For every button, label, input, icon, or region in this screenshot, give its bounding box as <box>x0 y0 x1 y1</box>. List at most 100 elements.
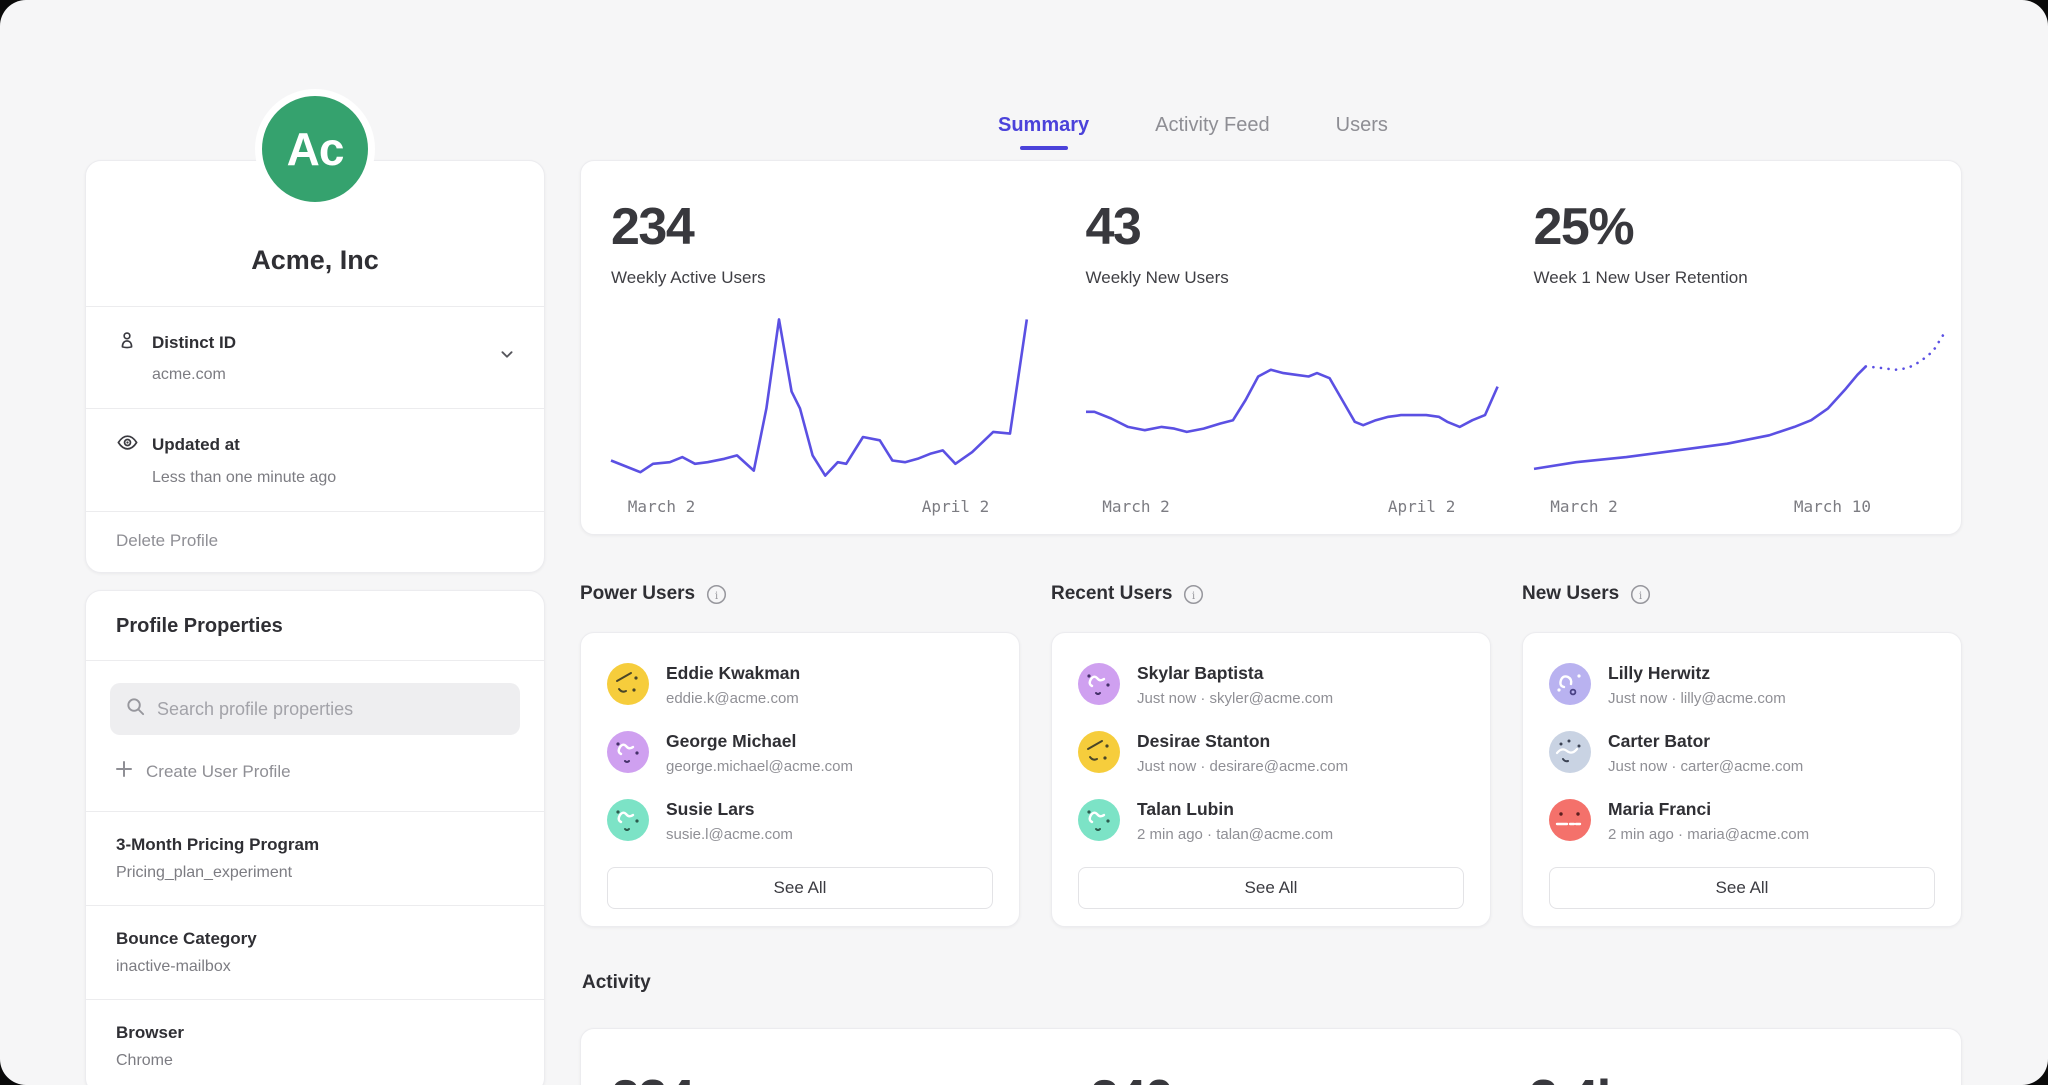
power-users-card: Eddie Kwakman eddie.k@acme.com George Mi… <box>580 632 1020 927</box>
person-icon <box>116 329 152 356</box>
stat-label: Week 1 New User Retention <box>1534 268 1962 288</box>
plus-icon <box>115 760 133 783</box>
search-profile-properties[interactable] <box>110 683 520 735</box>
x-axis: March 2 March 10 <box>1534 497 1954 519</box>
delete-profile-button[interactable]: Delete Profile <box>86 511 544 572</box>
tab-users[interactable]: Users <box>1336 114 1388 137</box>
user-row[interactable]: Eddie Kwakman eddie.k@acme.com <box>607 663 993 707</box>
profile-properties-card: Profile Properties Create User Profile 3… <box>85 590 545 1085</box>
property-label: Bounce Category <box>116 929 514 949</box>
svg-text:i: i <box>1192 589 1196 601</box>
x-axis-start-label: March 2 <box>628 497 695 516</box>
distinct-id-row: Distinct ID acme.com <box>86 306 544 408</box>
list-title: Power Users <box>580 583 695 605</box>
activity-value: 240 <box>1090 1069 1501 1085</box>
user-row[interactable]: Carter Bator Just now · carter@acme.com <box>1549 731 1935 775</box>
stat-label: Weekly New Users <box>1086 268 1506 288</box>
user-detail: 2 min ago · maria@acme.com <box>1608 826 1809 843</box>
property-item[interactable]: 3-Month Pricing Program Pricing_plan_exp… <box>86 811 544 905</box>
create-user-profile-button[interactable]: Create User Profile <box>110 735 520 807</box>
user-avatar <box>607 663 649 705</box>
user-text: George Michael george.michael@acme.com <box>666 731 853 775</box>
profile-properties-body: Create User Profile <box>86 660 544 811</box>
user-text: Skylar Baptista Just now · skyler@acme.c… <box>1137 663 1333 707</box>
user-text: Lilly Herwitz Just now · lilly@acme.com <box>1608 663 1786 707</box>
stat-value: 25% <box>1534 197 1962 257</box>
power-users-header: Power Users i <box>580 583 1020 605</box>
create-user-profile-label: Create User Profile <box>146 762 291 782</box>
user-avatar <box>1078 663 1120 705</box>
weekly-active-users-sparkline: March 2 April 2 <box>611 316 1031 519</box>
x-axis-end-label: March 10 <box>1794 497 1871 516</box>
user-text: Talan Lubin 2 min ago · talan@acme.com <box>1137 799 1333 843</box>
x-axis-start-label: March 2 <box>1550 497 1617 516</box>
user-detail: susie.l@acme.com <box>666 826 793 843</box>
info-icon[interactable]: i <box>706 584 727 605</box>
user-text: Susie Lars susie.l@acme.com <box>666 799 793 843</box>
new-users-column: New Users i Lilly Herwitz Just now · lil <box>1522 583 1962 927</box>
user-row[interactable]: Skylar Baptista Just now · skyler@acme.c… <box>1078 663 1464 707</box>
x-axis: March 2 April 2 <box>1086 497 1506 519</box>
property-value: Chrome <box>116 1052 514 1070</box>
x-axis-start-label: March 2 <box>1102 497 1169 516</box>
info-icon[interactable]: i <box>1630 584 1651 605</box>
activity-stat: 3.4k <box>1501 1029 1961 1085</box>
user-avatar <box>607 731 649 773</box>
tab-activity-feed[interactable]: Activity Feed <box>1155 114 1269 137</box>
user-row[interactable]: Desirae Stanton Just now · desirare@acme… <box>1078 731 1464 775</box>
x-axis: March 2 April 2 <box>611 497 1031 519</box>
summary-stats-card: 234 Weekly Active Users March 2 April 2 … <box>580 160 1962 535</box>
user-avatar <box>1078 799 1120 841</box>
user-name: Eddie Kwakman <box>666 663 800 684</box>
stat-value: 234 <box>611 197 1037 257</box>
user-detail: Just now · skyler@acme.com <box>1137 690 1333 707</box>
property-item[interactable]: Bounce Category inactive-mailbox <box>86 905 544 999</box>
info-icon[interactable]: i <box>1183 584 1204 605</box>
stat-week1-retention: 25% Week 1 New User Retention March 2 Ma… <box>1506 161 1962 534</box>
see-all-button[interactable]: See All <box>607 867 993 909</box>
user-detail: Just now · carter@acme.com <box>1608 758 1803 775</box>
user-lists-section: Power Users i Eddie Kwakman eddie.k@acme <box>580 583 1962 927</box>
new-users-card: Lilly Herwitz Just now · lilly@acme.com … <box>1522 632 1962 927</box>
property-item[interactable]: Browser Chrome <box>86 999 544 1085</box>
user-avatar <box>1078 731 1120 773</box>
power-users-column: Power Users i Eddie Kwakman eddie.k@acme <box>580 583 1020 927</box>
see-all-button[interactable]: See All <box>1078 867 1464 909</box>
activity-stat: 234 <box>581 1029 1041 1085</box>
user-row[interactable]: Lilly Herwitz Just now · lilly@acme.com <box>1549 663 1935 707</box>
activity-value: 3.4k <box>1529 1069 1961 1085</box>
user-row[interactable]: George Michael george.michael@acme.com <box>607 731 993 775</box>
chevron-down-icon[interactable] <box>496 343 518 370</box>
activity-value: 234 <box>611 1069 1041 1085</box>
user-detail: Just now · lilly@acme.com <box>1608 690 1786 707</box>
user-avatar <box>1549 731 1591 773</box>
user-text: Carter Bator Just now · carter@acme.com <box>1608 731 1803 775</box>
tab-bar: Summary Activity Feed Users <box>998 114 1388 137</box>
user-name: Lilly Herwitz <box>1608 663 1786 684</box>
user-avatar <box>1549 663 1591 705</box>
see-all-button[interactable]: See All <box>1549 867 1935 909</box>
week1-retention-sparkline: March 2 March 10 <box>1534 316 1954 519</box>
user-row[interactable]: Maria Franci 2 min ago · maria@acme.com <box>1549 799 1935 843</box>
user-row[interactable]: Susie Lars susie.l@acme.com <box>607 799 993 843</box>
x-axis-end-label: April 2 <box>1388 497 1455 516</box>
svg-text:i: i <box>715 589 719 601</box>
eye-icon <box>116 431 152 459</box>
tab-summary[interactable]: Summary <box>998 114 1089 137</box>
property-label: 3-Month Pricing Program <box>116 835 514 855</box>
svg-text:i: i <box>1639 589 1643 601</box>
weekly-new-users-sparkline: March 2 April 2 <box>1086 316 1506 519</box>
user-detail: 2 min ago · talan@acme.com <box>1137 826 1333 843</box>
user-name: Desirae Stanton <box>1137 731 1348 752</box>
property-label: Browser <box>116 1023 514 1043</box>
user-detail: george.michael@acme.com <box>666 758 853 775</box>
search-input[interactable] <box>157 699 505 720</box>
distinct-id-value: acme.com <box>152 366 488 384</box>
updated-at-label: Updated at <box>152 435 488 455</box>
updated-at-row: Updated at Less than one minute ago <box>86 408 544 511</box>
search-icon <box>125 696 146 722</box>
app-window: Ac Acme, Inc Distinct ID acme.com Update… <box>0 0 2048 1085</box>
user-row[interactable]: Talan Lubin 2 min ago · talan@acme.com <box>1078 799 1464 843</box>
recent-users-card: Skylar Baptista Just now · skyler@acme.c… <box>1051 632 1491 927</box>
user-avatar <box>1549 799 1591 841</box>
